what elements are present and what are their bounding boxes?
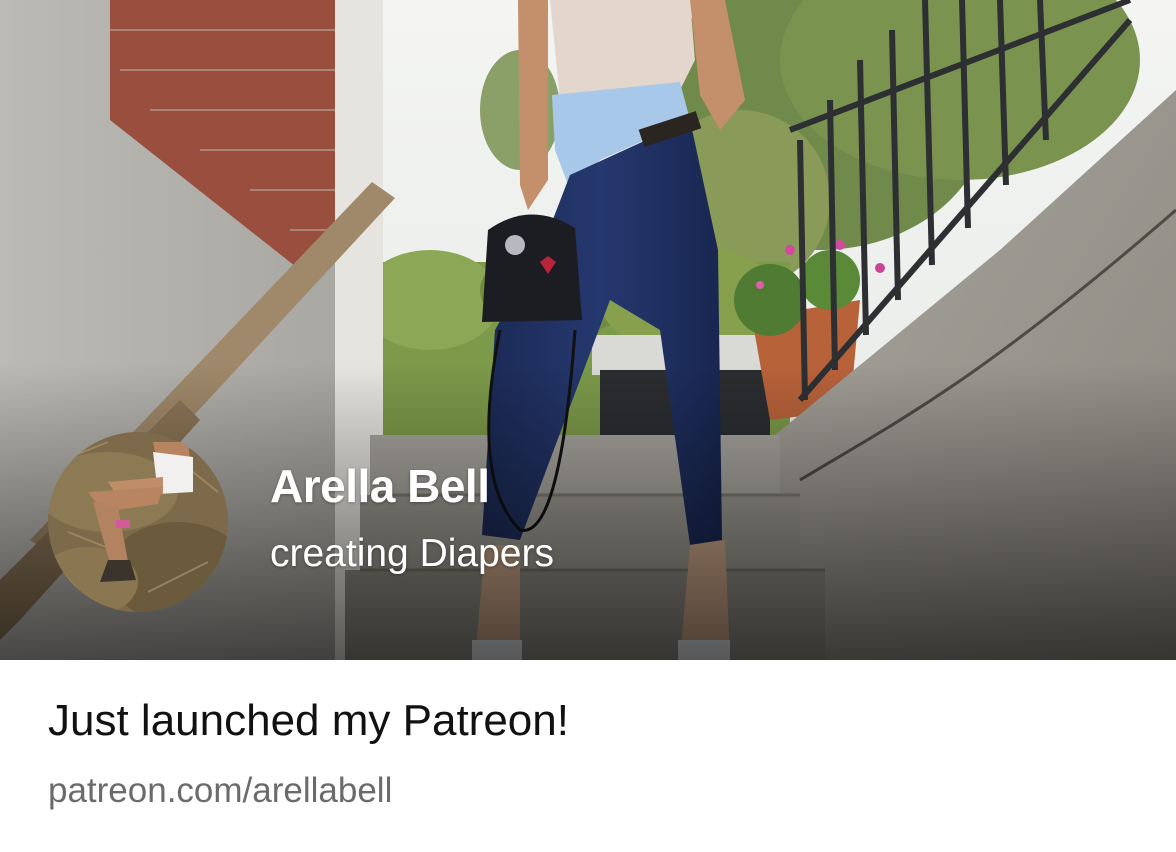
creator-name: Arella Bell xyxy=(270,460,490,512)
profile-photo xyxy=(48,432,228,612)
link-preview-card[interactable]: Arella Bell creating Diapers Just launch… xyxy=(0,0,1176,852)
link-headline[interactable]: Just launched my Patreon! xyxy=(48,696,569,746)
link-url[interactable]: patreon.com/arellabell xyxy=(48,771,392,811)
creator-tagline: creating Diapers xyxy=(270,532,554,575)
